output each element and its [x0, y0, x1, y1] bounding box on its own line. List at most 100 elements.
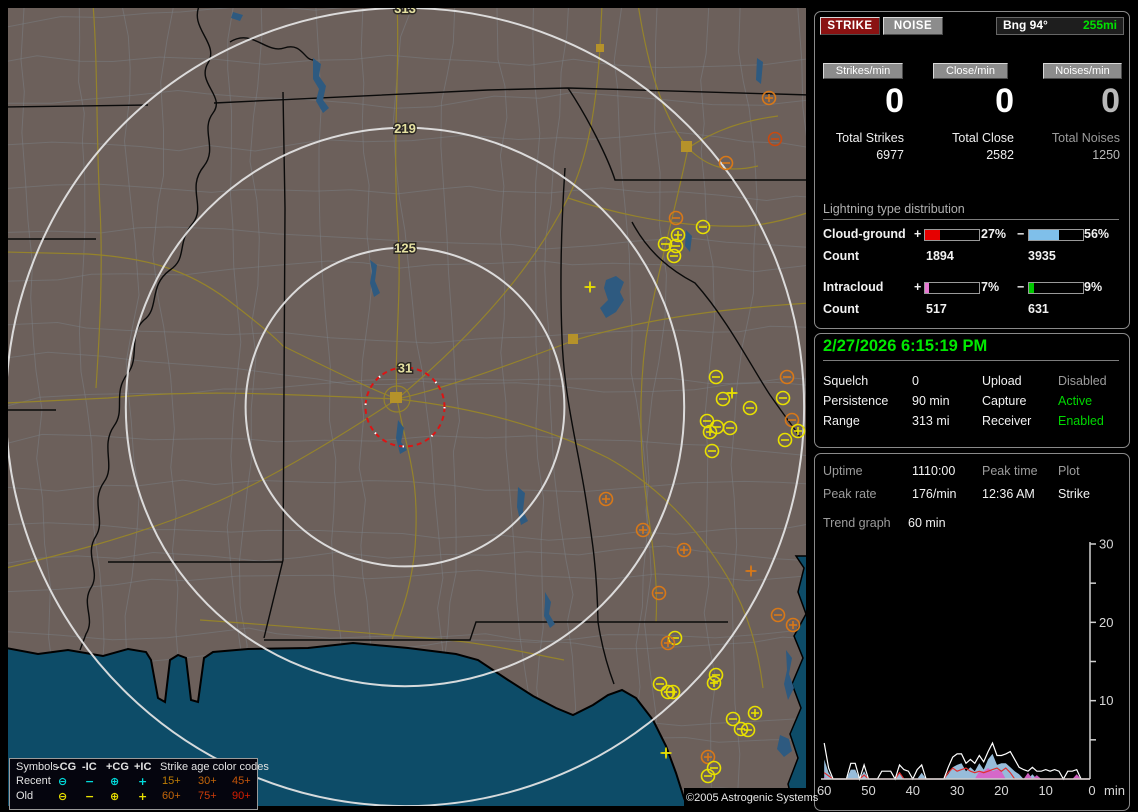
cg-count-label: Count	[823, 249, 860, 263]
svg-text:40: 40	[906, 783, 920, 798]
legend-symbols-header: Symbols	[16, 761, 59, 773]
total-noises-label: Total Noises	[1051, 131, 1120, 145]
trend-graph: 10 20 30 60 50 40 30 20 10 0 min	[817, 537, 1125, 799]
squelch-label: Squelch	[823, 374, 869, 388]
range-value: 313 mi	[912, 414, 950, 428]
legend-col-neg-ic: -IC	[82, 761, 97, 773]
ic-negative-bar	[1028, 282, 1084, 294]
recent-pos-ic-icon: +	[138, 775, 148, 788]
cg-negative-bar	[1028, 229, 1084, 241]
cg-negative-pct: 56%	[1084, 227, 1110, 241]
noises-per-min-value: 0	[1101, 82, 1120, 120]
peak-time-value: 12:36 AM	[982, 487, 1035, 501]
age-45: 45+	[232, 775, 251, 787]
bearing-distance: 255mi	[1082, 18, 1117, 32]
svg-text:20: 20	[994, 783, 1008, 798]
svg-text:0: 0	[1088, 783, 1095, 798]
plot-label: Plot	[1058, 464, 1080, 478]
recent-neg-cg-icon: ⊖	[58, 775, 68, 788]
close-per-min-value: 0	[995, 82, 1014, 120]
noise-toggle-button[interactable]: NOISE	[883, 17, 943, 35]
ic-positive-pct: 7%	[981, 280, 1000, 294]
total-close-value: 2582	[986, 148, 1014, 162]
strikes-per-min-value: 0	[885, 82, 904, 120]
cg-plus-sign: +	[914, 227, 922, 241]
total-strikes-value: 6977	[876, 148, 904, 162]
ic-plus-sign: +	[914, 280, 922, 294]
legend-col-neg-cg: -CG	[56, 761, 77, 773]
svg-text:50: 50	[861, 783, 875, 798]
cg-positive-count: 1894	[926, 249, 954, 263]
intracloud-label: Intracloud	[823, 280, 884, 294]
bearing-label: Bng 94°	[1003, 18, 1048, 32]
legend-recent-label: Recent	[16, 775, 51, 787]
map-canvas[interactable]: 313 219 125 31	[8, 8, 806, 806]
range-label: Range	[823, 414, 860, 428]
capture-value: Active	[1058, 394, 1093, 408]
upload-label: Upload	[982, 374, 1022, 388]
svg-text:10: 10	[1099, 693, 1113, 708]
counters-panel: STRIKE NOISE Bng 94° 255mi Strikes/min C…	[814, 11, 1130, 329]
squelch-value: 0	[912, 374, 919, 388]
app-window: 313 219 125 31 Symbols -CG -IC +CG +IC Stri…	[0, 0, 1138, 812]
uptime-value: 1110:00	[912, 464, 956, 478]
age-75: 75+	[198, 790, 217, 802]
old-neg-ic-icon: −	[85, 790, 95, 803]
peak-rate-label: Peak rate	[823, 487, 877, 501]
svg-text:60: 60	[817, 783, 831, 798]
old-pos-cg-icon: ⊕	[110, 790, 120, 803]
svg-text:20: 20	[1099, 615, 1113, 630]
total-noises-value: 1250	[1092, 148, 1120, 162]
total-strikes-label: Total Strikes	[835, 131, 904, 145]
svg-text:30: 30	[950, 783, 964, 798]
map-legend: Symbols -CG -IC +CG +IC Strike age color…	[9, 758, 269, 810]
close-per-min-button[interactable]: Close/min	[933, 63, 1008, 79]
age-90: 90+	[232, 790, 251, 802]
trend-graph-window: 60 min	[908, 516, 946, 530]
svg-text:30: 30	[1099, 537, 1113, 552]
lightning-map[interactable]: 313 219 125 31 Symbols -CG -IC +CG +IC Stri…	[8, 8, 818, 810]
noises-per-min-button[interactable]: Noises/min	[1043, 63, 1122, 79]
ic-positive-count: 517	[926, 302, 947, 316]
svg-text:10: 10	[1038, 783, 1052, 798]
strikes-per-min-button[interactable]: Strikes/min	[823, 63, 903, 79]
recent-pos-cg-icon: ⊕	[110, 775, 120, 788]
ic-negative-count: 631	[1028, 302, 1049, 316]
total-close-label: Total Close	[952, 131, 1014, 145]
age-15: 15+	[162, 775, 181, 787]
datetime-divider	[823, 360, 1119, 361]
svg-text:min: min	[1104, 783, 1125, 798]
copyright-text: ©2005 Astrogenic Systems	[686, 792, 819, 804]
trend-graph-label: Trend graph	[823, 516, 891, 530]
age-60: 60+	[162, 790, 181, 802]
cloud-ground-label: Cloud-ground	[823, 227, 906, 241]
peak-rate-value: 176/min	[912, 487, 957, 501]
distribution-divider	[823, 219, 1119, 220]
svg-text:31: 31	[398, 361, 412, 376]
recent-neg-ic-icon: −	[85, 775, 95, 788]
persistence-value: 90 min	[912, 394, 950, 408]
peak-time-label: Peak time	[982, 464, 1038, 478]
receiver-label: Receiver	[982, 414, 1032, 428]
receiver-value: Enabled	[1058, 414, 1104, 428]
bearing-readout: Bng 94° 255mi	[996, 17, 1124, 35]
age-30: 30+	[198, 775, 217, 787]
ic-positive-bar	[924, 282, 980, 294]
old-pos-ic-icon: +	[138, 790, 148, 803]
strike-toggle-button[interactable]: STRIKE	[820, 17, 880, 35]
copyright-bar: ©2005 Astrogenic Systems	[684, 788, 818, 808]
legend-old-label: Old	[16, 790, 34, 802]
cg-positive-pct: 27%	[981, 227, 1007, 241]
svg-text:219: 219	[394, 121, 416, 136]
svg-text:313: 313	[394, 8, 416, 16]
ic-negative-pct: 9%	[1084, 280, 1103, 294]
cg-minus-sign: −	[1017, 227, 1025, 241]
ic-count-label: Count	[823, 302, 860, 316]
svg-text:125: 125	[394, 241, 416, 256]
datetime-display: 2/27/2026 6:15:19 PM	[823, 337, 988, 355]
legend-col-pos-cg: +CG	[106, 761, 129, 773]
persistence-label: Persistence	[823, 394, 889, 408]
ic-minus-sign: −	[1017, 280, 1025, 294]
uptime-label: Uptime	[823, 464, 863, 478]
plot-value: Strike	[1058, 487, 1090, 501]
